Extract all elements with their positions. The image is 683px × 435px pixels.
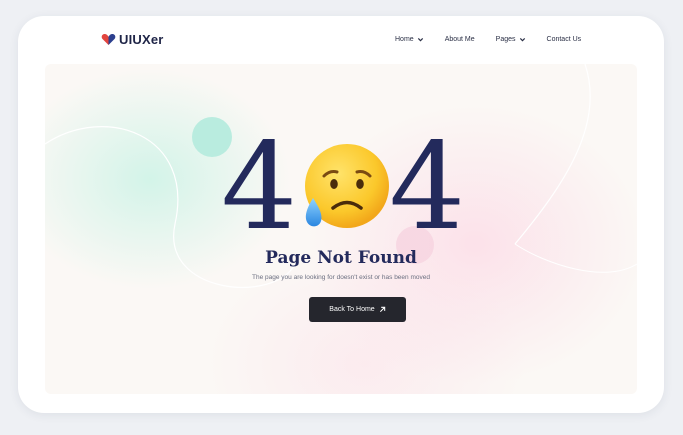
top-nav: Home About Me Pages Contact Us: [395, 36, 581, 43]
nav-item-about[interactable]: About Me: [445, 36, 475, 43]
nav-item-label: Contact Us: [546, 36, 582, 43]
nav-item-contact[interactable]: Contact Us: [547, 36, 582, 43]
arrow-up-right-icon: [379, 306, 385, 313]
nav-item-label: Home: [395, 36, 414, 43]
nav-item-label: About Me: [444, 36, 475, 43]
heart-logo-icon: [101, 33, 116, 45]
digit-four-right: 4: [389, 118, 466, 257]
back-to-home-button[interactable]: Back To Home: [309, 297, 406, 322]
brand-name: UIUXer: [119, 32, 164, 47]
error-message: The page you are looking for doesn't exi…: [252, 274, 430, 281]
page-title: Page Not Found: [265, 248, 417, 268]
error-code-404: 4 4: [221, 128, 467, 248]
error-hero: 4 4 Page Not Found The page you are look…: [45, 64, 637, 394]
sad-face-emoji-icon: [305, 144, 389, 228]
brand-logo[interactable]: UIUXer: [101, 32, 164, 47]
page-card: UIUXer Home About Me Pages Contact Us 4: [18, 16, 664, 413]
nav-item-label: Pages: [495, 36, 516, 43]
chevron-down-icon: [519, 38, 525, 42]
nav-item-home[interactable]: Home: [395, 36, 424, 43]
chevron-down-icon: [417, 38, 423, 42]
nav-item-pages[interactable]: Pages: [496, 36, 526, 43]
digit-four-left: 4: [221, 118, 298, 257]
button-label: Back To Home: [329, 306, 375, 313]
